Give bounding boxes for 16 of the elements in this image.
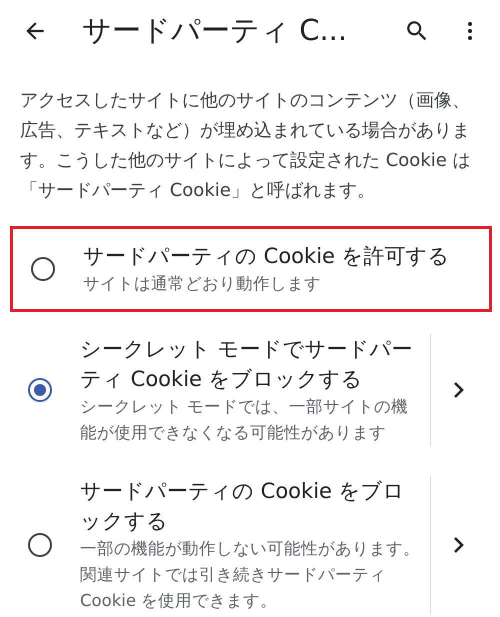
option-subtitle: サイトは通常どおり動作します: [83, 273, 322, 295]
chevron-right-icon[interactable]: [453, 381, 465, 399]
radio-button[interactable]: [31, 257, 55, 281]
chevron-right-icon[interactable]: [453, 536, 465, 554]
option-subtitle: シークレット モードでは、一部サイトの機能が使用できなくなる可能性があります: [80, 396, 410, 444]
radio-button[interactable]: [28, 533, 52, 557]
option-title: サードパーティの Cookie を許可する: [83, 243, 451, 270]
option-subtitle: 一部の機能が動作しない可能性があります。関連サイトでは引き続きサードパーティ Cookie を使用できます。: [80, 538, 420, 612]
option-title: シークレット モードでサードパーティ Cookie をブロックする: [80, 336, 414, 393]
cookie-option[interactable]: シークレット モードでサードパーティ Cookie をブロックする シークレット モードでは、一部サイトの機能が使用できなくなる可能性があります: [10, 326, 492, 454]
option-title: サードパーティの Cookie をブロックする: [80, 478, 406, 535]
cookie-option[interactable]: サードパーティの Cookie をブロックする 一部の機能が動作しない可能性があります。関連サイトでは引き続きサードパーティ Cookie を使用できます。: [10, 468, 492, 617]
description-text: アクセスしたサイトに他のサイトのコンテンツ（画像、広告、テキストなど）が埋め込まれている場合があります。こうした他のサイトによって設定された Cookie は「サードパーティ Cookie」と呼ばれます。: [20, 89, 472, 203]
radio-button[interactable]: [28, 378, 52, 402]
cookie-option[interactable]: サードパーティの Cookie を許可する サイトは通常どおり動作します: [10, 226, 492, 312]
page-title: サードパーティ C...: [82, 12, 348, 49]
